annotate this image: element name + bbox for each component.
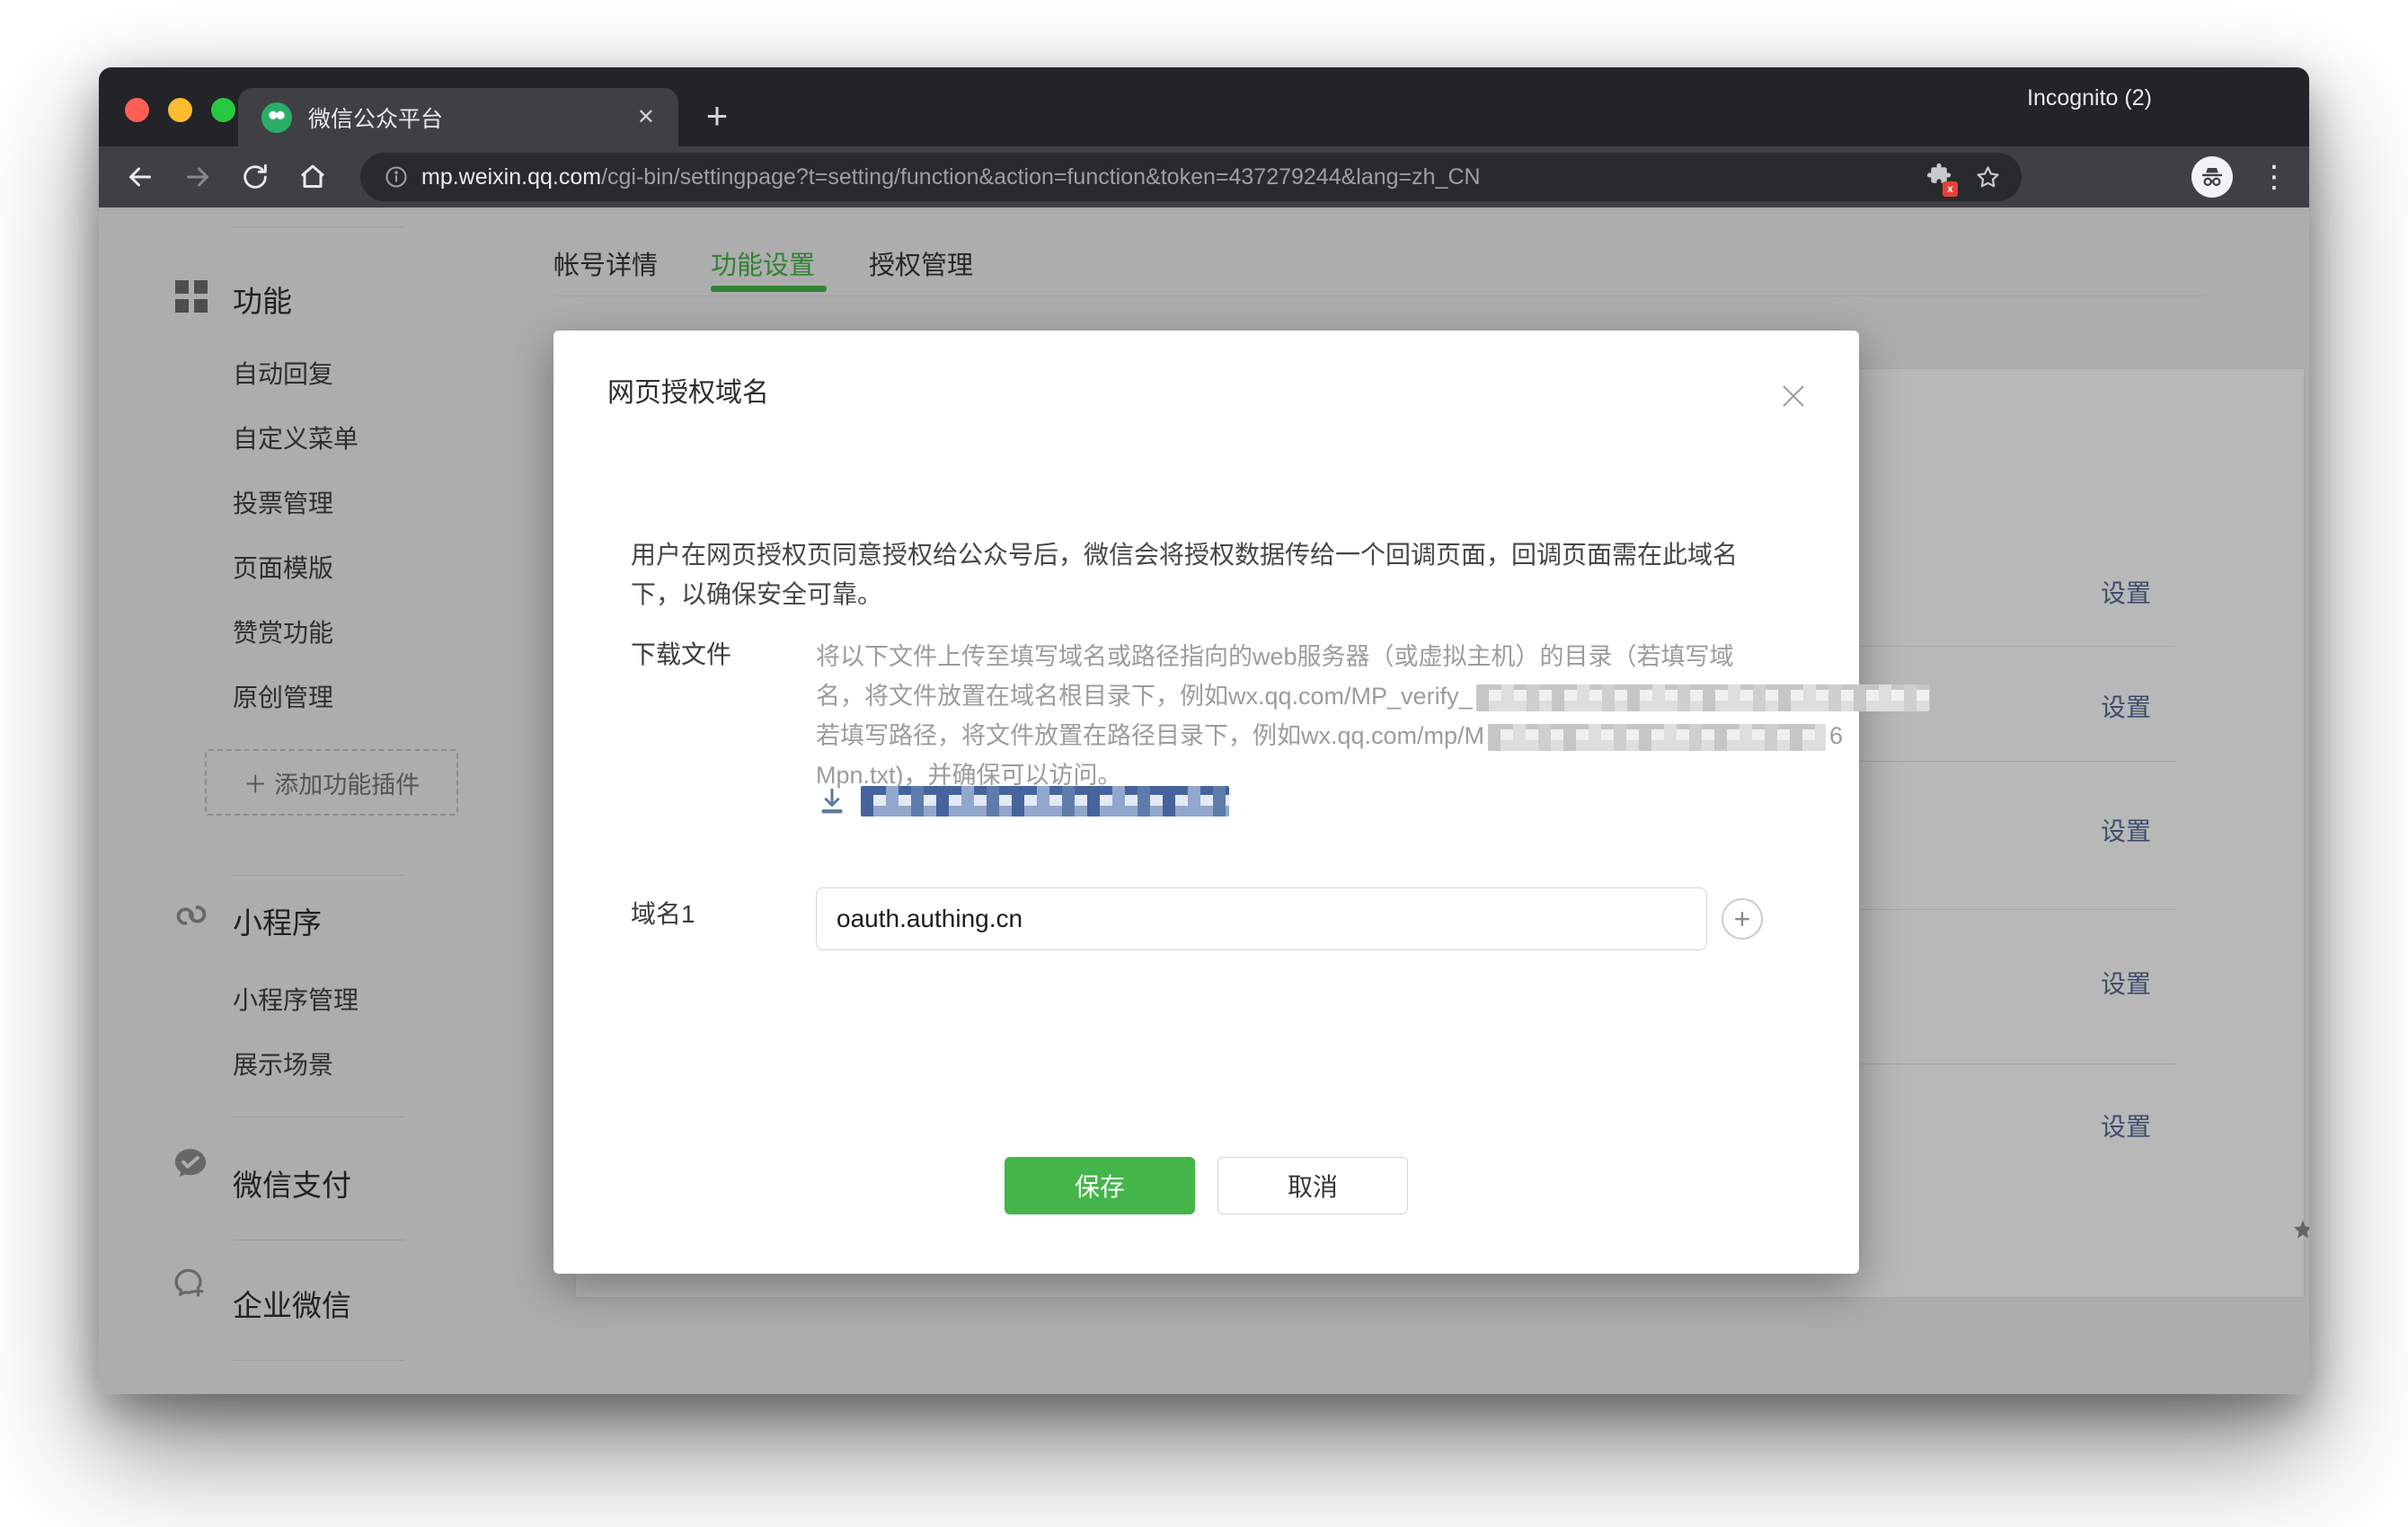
add-domain-button[interactable]: + [1722, 898, 1763, 940]
dialog-close-button[interactable] [1771, 374, 1816, 419]
close-window-button[interactable] [125, 98, 149, 122]
screenshot-stage: 微信公众平台 ✕ + mp.weixin.qq.com/cgi-bin/sett… [0, 0, 2408, 1527]
new-tab-button[interactable]: + [695, 94, 739, 139]
wechat-favicon-icon [261, 102, 292, 133]
download-file-label: 下载文件 [631, 635, 731, 671]
extensions-button[interactable]: x [1926, 162, 1952, 193]
bookmark-star-icon[interactable] [1974, 163, 2002, 191]
dialog-description: 用户在网页授权页同意授权给公众号后，微信会将授权数据传给一个回调页面，回调页面需… [631, 535, 1790, 614]
page-info-icon[interactable] [384, 164, 409, 190]
browser-window: 微信公众平台 ✕ + mp.weixin.qq.com/cgi-bin/sett… [99, 67, 2309, 1394]
zoom-window-button[interactable] [211, 98, 235, 122]
incognito-icon [2198, 163, 2227, 191]
url-text: mp.weixin.qq.com/cgi-bin/settingpage?t=s… [421, 164, 1926, 190]
forward-button[interactable] [178, 157, 217, 197]
cancel-button[interactable]: 取消 [1217, 1157, 1408, 1214]
home-button[interactable] [293, 157, 332, 197]
dialog-title: 网页授权域名 [607, 370, 769, 410]
download-help-text: 将以下文件上传至填写域名或路径指向的web服务器（或虚拟主机）的目录（若填写域 … [816, 637, 1930, 795]
url-host: mp.weixin.qq.com [421, 164, 601, 190]
domain1-input[interactable] [816, 887, 1707, 950]
minimize-window-button[interactable] [168, 98, 192, 122]
back-button[interactable] [120, 157, 160, 197]
redacted-text-block [1488, 724, 1826, 751]
tab-close-icon[interactable]: ✕ [637, 104, 655, 130]
url-path: /cgi-bin/settingpage?t=setting/function&… [601, 164, 1481, 190]
reload-button[interactable] [235, 157, 275, 197]
browser-titlebar: 微信公众平台 ✕ + [99, 67, 2309, 146]
domain1-label: 域名1 [631, 895, 695, 931]
incognito-avatar[interactable] [2191, 156, 2233, 198]
web-auth-domain-dialog: 网页授权域名 用户在网页授权页同意授权给公众号后，微信会将授权数据传给一个回调页… [553, 331, 1859, 1274]
download-icon [816, 785, 848, 817]
help-line: 将以下文件上传至填写域名或路径指向的web服务器（或虚拟主机）的目录（若填写域 [816, 637, 1930, 676]
redacted-filename-block [861, 786, 1229, 816]
help-line: 名，将文件放置在域名根目录下，例如wx.qq.com/MP_verify_ [816, 676, 1930, 716]
description-line: 下，以确保安全可靠。 [631, 575, 1790, 614]
description-line: 用户在网页授权页同意授权给公众号后，微信会将授权数据传给一个回调页面，回调页面需… [631, 535, 1790, 575]
extension-error-badge: x [1943, 181, 1958, 197]
browser-menu-button[interactable]: ⋮ [2259, 154, 2286, 200]
save-button[interactable]: 保存 [1005, 1157, 1195, 1214]
close-icon [1776, 379, 1810, 413]
tab-title: 微信公众平台 [308, 102, 637, 134]
browser-tab[interactable]: 微信公众平台 ✕ [238, 88, 678, 146]
address-bar[interactable]: mp.weixin.qq.com/cgi-bin/settingpage?t=s… [360, 153, 2022, 201]
download-verify-file-link[interactable] [816, 785, 1229, 817]
redacted-text-block [1476, 684, 1930, 711]
incognito-label: Incognito (2) [2027, 67, 2152, 128]
help-line: 若填写路径，将文件放置在路径目录下，例如wx.qq.com/mp/M6 [816, 716, 1930, 755]
